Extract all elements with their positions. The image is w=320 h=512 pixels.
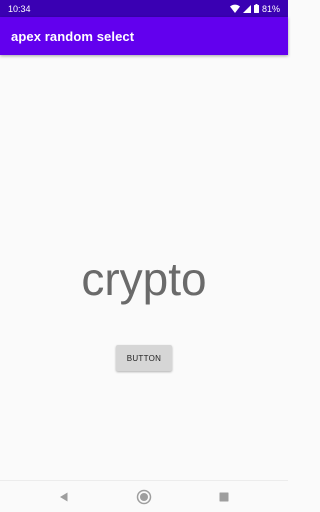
result-text: crypto: [81, 253, 207, 305]
back-icon[interactable]: [54, 487, 74, 507]
battery-icon: [253, 4, 259, 13]
wifi-icon: [229, 4, 240, 13]
status-icons: 81%: [229, 3, 280, 14]
action-button[interactable]: BUTTON: [116, 345, 172, 371]
app-bar: apex random select: [0, 17, 288, 55]
status-time: 10:34: [8, 3, 31, 14]
cellular-signal-icon: [242, 4, 251, 13]
navigation-bar: [0, 480, 288, 512]
status-bar: 10:34 81%: [0, 0, 288, 17]
main-content: crypto BUTTON: [0, 55, 288, 480]
app-title: apex random select: [11, 28, 135, 44]
battery-percent: 81%: [261, 3, 280, 14]
recents-icon[interactable]: [214, 487, 234, 507]
home-icon[interactable]: [134, 487, 154, 507]
